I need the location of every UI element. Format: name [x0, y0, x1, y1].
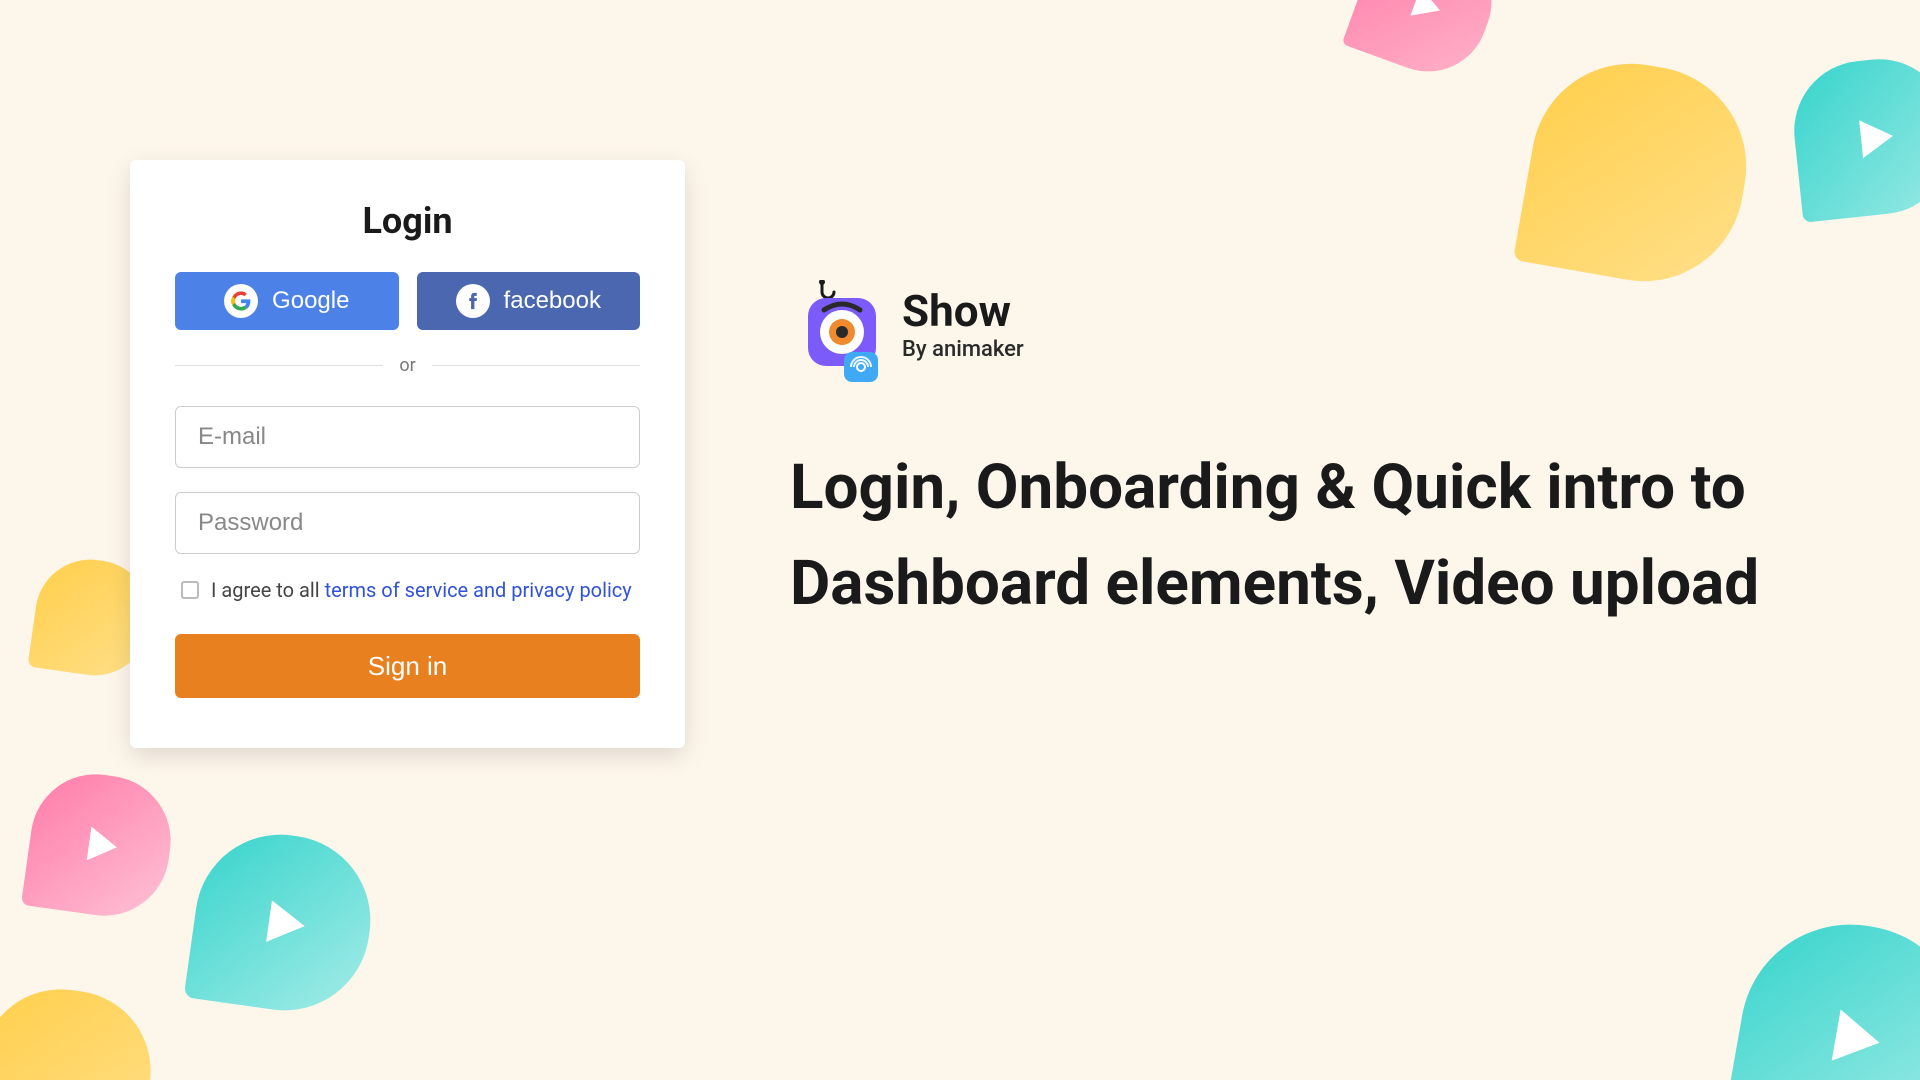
login-title: Login [175, 200, 640, 242]
login-card: Login Google facebook or [130, 160, 685, 748]
divider-text: or [399, 355, 415, 376]
signin-button[interactable]: Sign in [175, 634, 640, 698]
play-icon [266, 900, 307, 947]
divider-line [175, 365, 383, 366]
google-label: Google [272, 287, 349, 315]
social-divider: or [175, 355, 640, 376]
decor-leaf-yellow-bottom [0, 979, 161, 1080]
terms-link[interactable]: terms of service and privacy policy [325, 578, 632, 602]
decor-leaf-teal-bottom [1722, 907, 1920, 1080]
play-icon [1859, 117, 1895, 158]
google-login-button[interactable]: Google [175, 272, 399, 330]
divider-line [432, 365, 640, 366]
email-field[interactable] [175, 406, 640, 468]
page-headline: Login, Onboarding & Quick intro to Dashb… [790, 440, 1790, 632]
brand-logo-icon [790, 280, 880, 370]
brand-text: Show By animaker [902, 289, 1024, 362]
decor-leaf-pink-top [1342, 0, 1509, 88]
facebook-login-button[interactable]: facebook [417, 272, 641, 330]
agree-row: I agree to all terms of service and priv… [175, 578, 640, 602]
social-login-row: Google facebook [175, 272, 640, 330]
agree-prefix: I agree to all [211, 578, 325, 602]
google-icon [224, 284, 258, 318]
agree-text: I agree to all terms of service and priv… [211, 578, 632, 602]
decor-leaf-pink-bottom [21, 766, 179, 924]
agree-checkbox[interactable] [181, 581, 199, 599]
decor-leaf-teal-left [184, 824, 382, 1022]
brand-block: Show By animaker [790, 280, 1024, 370]
brand-name: Show [902, 289, 1024, 333]
facebook-label: facebook [504, 287, 601, 315]
play-icon [1410, 0, 1445, 25]
play-icon [87, 827, 119, 865]
decor-leaf-teal-top [1787, 52, 1920, 222]
play-icon [1831, 1009, 1883, 1068]
password-field[interactable] [175, 492, 640, 554]
facebook-icon [456, 284, 490, 318]
decor-leaf-yellow-top [1513, 48, 1762, 297]
brand-subtitle: By animaker [902, 337, 1024, 362]
